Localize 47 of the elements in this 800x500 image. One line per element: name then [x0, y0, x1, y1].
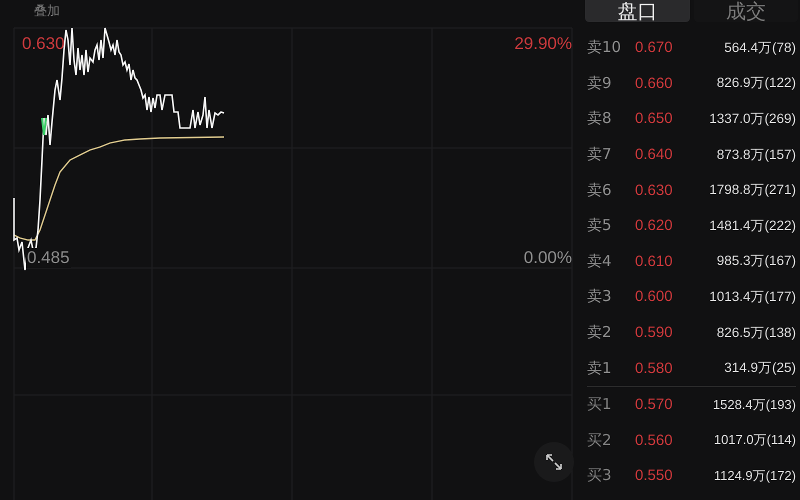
tab[interactable]: 盘口: [585, 0, 690, 22]
level-label: 卖6: [587, 180, 613, 200]
expand-button[interactable]: [534, 442, 574, 482]
axis-label: 0.00%: [524, 248, 572, 268]
level-label: 买3: [587, 466, 613, 486]
level-label: 卖8: [587, 109, 613, 128]
price-cell-text: 0.610: [635, 252, 674, 270]
price-cell-text: 0.650: [635, 110, 674, 128]
price-cell-text: 0.600: [635, 288, 674, 306]
price-cell-text: 0.580: [635, 360, 674, 377]
volume-cell-text: 1481.4万(222): [708, 216, 796, 235]
level-label: 卖4: [587, 252, 613, 271]
level-label: 卖9: [587, 74, 613, 93]
level-label: 买2: [587, 430, 613, 450]
volume-cell-text: 873.8万(157): [716, 146, 796, 164]
price-cell-text: 0.620: [635, 217, 674, 234]
price-cell-text: 0.590: [635, 324, 674, 342]
level-label: 卖2: [587, 323, 613, 342]
price-cell-text: 0.640: [635, 146, 674, 164]
volume-cell-text: 985.3万(167): [716, 252, 796, 270]
volume-cell-text: 1013.4万(177): [708, 288, 796, 306]
level-label: 卖5: [587, 216, 613, 236]
volume-cell-text: 314.9万(25): [723, 359, 796, 378]
volume-cell-text: 826.5万(138): [716, 324, 796, 342]
volume-cell-text: 1017.0万(114): [712, 431, 796, 450]
volume-cell-text: 1528.4万(193): [712, 396, 796, 414]
expand-icon: [544, 452, 564, 472]
price-cell-text: 0.660: [635, 74, 674, 92]
price-cell-text: 0.670: [635, 39, 674, 56]
overlay-label[interactable]: 叠加: [34, 4, 60, 20]
price-cell-text: 0.550: [635, 467, 674, 484]
axis-label: 29.90%: [514, 34, 572, 54]
volume-cell-text: 564.4万(78): [723, 38, 796, 57]
price-cell-text: 0.630: [635, 182, 674, 199]
level-label: 卖3: [587, 287, 613, 306]
level-label: 买1: [587, 395, 613, 414]
level-label: 卖1: [587, 358, 613, 378]
axis-label: 0.485: [26, 248, 71, 268]
volume-cell-text: 1337.0万(269): [708, 110, 796, 128]
level-label: 卖10: [587, 38, 622, 58]
price-cell-text: 0.570: [635, 396, 674, 414]
axis-label: 0.630: [22, 34, 65, 54]
level-label: 卖7: [587, 145, 613, 164]
volume-cell-text: 826.9万(122): [716, 74, 796, 92]
volume-cell-text: 1798.8万(271): [708, 181, 796, 200]
volume-cell-text: 1124.9万(172): [712, 466, 796, 485]
price-cell-text: 0.560: [635, 432, 674, 449]
